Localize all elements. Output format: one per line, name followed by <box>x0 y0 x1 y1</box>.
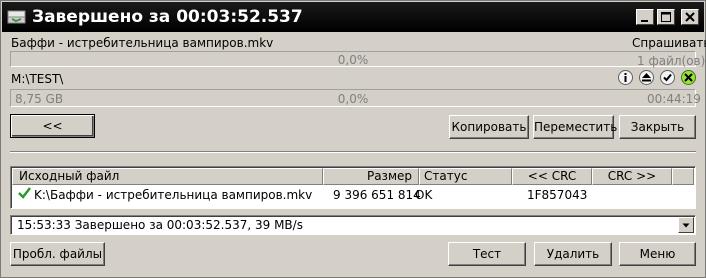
window-title: Завершено за 00:03:52.537 <box>32 7 303 27</box>
eject-icon <box>642 73 651 82</box>
test-button[interactable]: Тест <box>448 242 526 266</box>
source-progress-bar: 0,0% <box>10 51 696 67</box>
close-button[interactable]: Закрыть <box>619 115 696 139</box>
cancel-button[interactable] <box>681 70 696 85</box>
delete-button[interactable]: Удалить <box>534 242 612 266</box>
log-selected: 15:53:33 Завершено за 00:03:52.537, 39 M… <box>17 218 303 232</box>
title-bar[interactable]: Завершено за 00:03:52.537 <box>2 2 704 32</box>
source-file-name: Баффи - истребительница вампиров.mkv <box>11 36 274 50</box>
overwrite-mode-label[interactable]: Спрашивать <box>632 36 706 50</box>
minimize-button[interactable] <box>636 9 654 25</box>
maximize-icon <box>661 12 671 22</box>
files-count: 1 файл(ов) <box>637 54 706 68</box>
main-window: Завершено за 00:03:52.537 Баффи - истреб… <box>0 0 706 278</box>
test-files-button[interactable]: Пробл. файлы <box>10 242 105 266</box>
results-list[interactable]: Исходный файл Размер Статус << CRC CRC >… <box>10 166 696 209</box>
info-icon <box>624 73 627 82</box>
row-file: K:\Баффи - истребительница вампиров.mkv <box>34 188 313 202</box>
eject-button[interactable] <box>639 70 654 85</box>
cancel-icon <box>684 73 693 82</box>
success-check-icon <box>18 187 31 202</box>
log-dropdown[interactable]: 15:53:33 Завершено за 00:03:52.537, 39 M… <box>10 215 696 235</box>
col-header-source[interactable]: Исходный файл <box>12 168 323 185</box>
source-progress-percent: 0,0% <box>337 53 369 67</box>
app-icon <box>7 8 27 26</box>
row-crc: 1F857043 <box>527 188 588 202</box>
separator <box>10 151 696 153</box>
col-header-size[interactable]: Размер <box>323 168 419 185</box>
copy-button[interactable]: Копировать <box>449 115 529 139</box>
move-button[interactable]: Переместить <box>533 115 617 139</box>
maximize-button[interactable] <box>657 9 675 25</box>
col-header-status[interactable]: Статус <box>419 168 512 185</box>
col-header-filler <box>672 168 694 185</box>
menu-button[interactable]: Меню <box>619 242 696 266</box>
dest-path: M:\TEST\ <box>11 72 64 86</box>
minimize-icon <box>641 20 648 22</box>
row-size: 9 396 651 814 <box>333 188 421 202</box>
dropdown-button[interactable] <box>678 217 694 233</box>
col-header-crc-left[interactable]: << CRC <box>512 168 592 185</box>
info-button[interactable] <box>618 70 633 85</box>
row-status: OK <box>415 188 433 202</box>
elapsed-time: 00:44:19 <box>647 92 701 106</box>
col-header-crc-right[interactable]: CRC >> <box>592 168 672 185</box>
close-window-button[interactable] <box>681 9 699 25</box>
verify-button[interactable] <box>660 70 675 85</box>
dest-progress-percent: 0,0% <box>337 92 369 106</box>
back-button[interactable]: << <box>10 114 95 138</box>
close-icon <box>685 12 695 22</box>
check-icon <box>663 73 672 82</box>
dest-progress-bar: 8,75 GB 0,0% 00:44:19 <box>10 89 701 107</box>
dropdown-arrow-icon <box>682 223 690 228</box>
